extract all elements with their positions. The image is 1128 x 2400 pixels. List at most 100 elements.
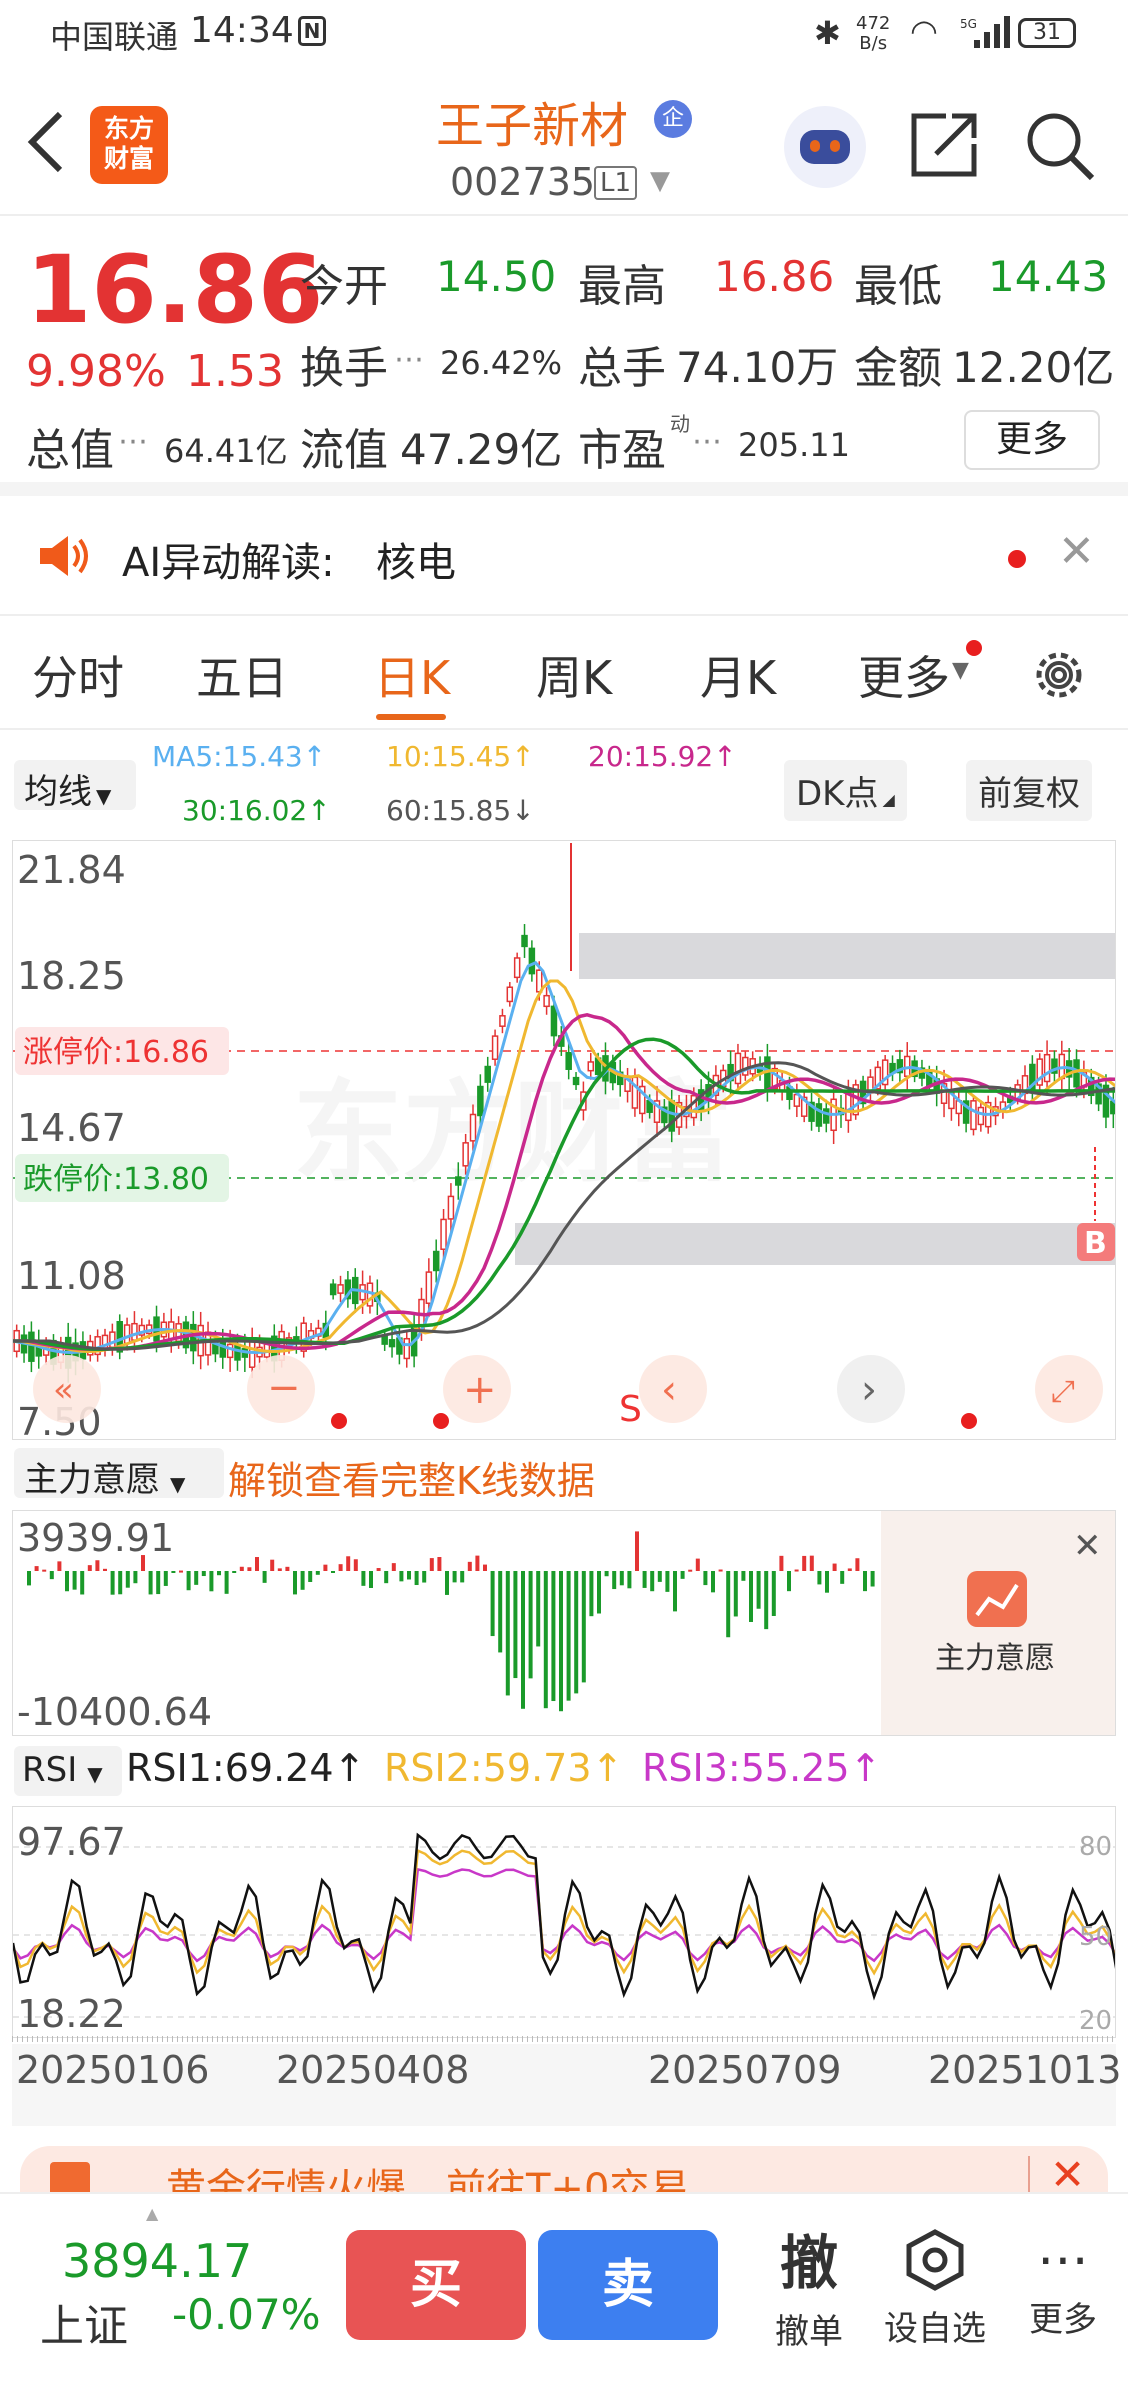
- code-dropdown-icon[interactable]: ▼: [650, 166, 670, 196]
- candle: [116, 1314, 123, 1360]
- dk-point-select[interactable]: DK点 ◢: [784, 760, 907, 821]
- flow-bar: [148, 1571, 153, 1595]
- status-bar: 中国联通 14:34 N ✱ 472 B/s ◠ 5G 31: [0, 0, 1128, 66]
- candle: [977, 1100, 985, 1132]
- index-name[interactable]: 上证: [40, 2290, 128, 2354]
- flow-bar: [475, 1555, 480, 1571]
- candle: [948, 1080, 955, 1121]
- main-force-select[interactable]: 主力意愿 ▼: [14, 1448, 224, 1500]
- flow-bar: [490, 1571, 495, 1637]
- settings-gear-icon[interactable]: [1028, 644, 1090, 706]
- more-quote-button[interactable]: 更多: [964, 410, 1100, 470]
- indicator-select[interactable]: 均线 ▼: [14, 760, 136, 812]
- tab-weekly-k[interactable]: 周K: [536, 642, 612, 708]
- candle: [190, 1311, 197, 1365]
- rsi-line: [13, 1832, 1115, 2001]
- rsi-chart[interactable]: 97.67 18.22 80 50 20: [12, 1806, 1116, 2038]
- flow-bar: [460, 1571, 465, 1583]
- more-button[interactable]: ⋯ 更多: [1018, 2228, 1108, 2341]
- flow-bar: [346, 1556, 351, 1571]
- flow-bar: [589, 1571, 594, 1617]
- stock-code: 002735: [450, 160, 596, 204]
- flow-bar: [809, 1555, 814, 1571]
- nfc-icon: N: [298, 16, 326, 46]
- info-icon[interactable]: ⋯: [692, 424, 722, 459]
- flow-bar: [536, 1571, 541, 1647]
- flow-bar: [407, 1571, 411, 1580]
- open-value: 14.50: [436, 252, 557, 301]
- candle: [852, 1079, 859, 1120]
- flow-bar: [399, 1571, 404, 1582]
- expand-up-icon[interactable]: ▲: [146, 2204, 158, 2223]
- ai-robot-avatar[interactable]: [784, 106, 866, 188]
- index-change[interactable]: -0.07%: [172, 2290, 321, 2339]
- tab-five-day[interactable]: 五日: [196, 642, 288, 708]
- candle: [970, 1094, 977, 1136]
- watchlist-icon: [906, 2229, 964, 2291]
- ai-insight-bar[interactable]: AI异动解读: 核电 ✕: [0, 496, 1128, 616]
- ma10-legend: 10:15.45↑: [386, 740, 535, 773]
- add-watchlist-button[interactable]: 设自选: [880, 2228, 990, 2350]
- flow-bar: [650, 1571, 655, 1592]
- main-force-chart[interactable]: 3939.91 -10400.64 ✕ 主力意愿: [12, 1510, 1116, 1736]
- cancel-order-button[interactable]: 撤 撤单: [764, 2216, 854, 2353]
- index-value[interactable]: 3894.17: [62, 2234, 252, 2288]
- tab-more[interactable]: 更多: [858, 642, 950, 708]
- flow-bar: [688, 1569, 693, 1572]
- flow-bar: [521, 1571, 525, 1709]
- stock-name[interactable]: 王子新材: [436, 86, 628, 156]
- adjust-select[interactable]: 前复权: [966, 760, 1092, 821]
- back-icon[interactable]: [26, 110, 66, 174]
- rsi-select[interactable]: RSI ▼: [14, 1746, 122, 1796]
- sell-button[interactable]: 卖: [538, 2230, 718, 2340]
- close-icon[interactable]: ✕: [1073, 1526, 1102, 1566]
- flow-bar: [201, 1571, 206, 1577]
- rsi-min: 18.22: [17, 1992, 126, 2036]
- info-icon[interactable]: ⋯: [118, 424, 148, 459]
- flow-bar: [703, 1571, 708, 1586]
- tab-more-dropdown-icon[interactable]: ▼: [952, 658, 969, 683]
- candle: [491, 1029, 499, 1066]
- info-icon[interactable]: ⋯: [394, 342, 424, 377]
- candle: [808, 1092, 815, 1131]
- flow-bar: [749, 1571, 753, 1622]
- stock-header: 东方 财富 王子新材 企 002735 L1 ▼: [0, 66, 1128, 216]
- more-dots-icon: ⋯: [1037, 2230, 1089, 2290]
- flow-bar: [308, 1571, 313, 1582]
- flow-bar: [209, 1571, 214, 1592]
- flow-bar: [49, 1571, 54, 1580]
- kline-chart[interactable]: 东方财富 21.84 18.25 14.67 11.08 7.50 涨停价:16…: [12, 840, 1116, 1440]
- rsi3-legend: RSI3:55.25↑: [642, 1746, 882, 1790]
- unlock-link[interactable]: 解锁查看完整K线数据: [228, 1450, 595, 1505]
- date-label: 20251013: [928, 2048, 1122, 2092]
- candle: [204, 1321, 212, 1366]
- search-icon[interactable]: [1024, 110, 1096, 182]
- candle: [1087, 1068, 1095, 1105]
- candle: [1036, 1053, 1043, 1091]
- high-value: 16.86: [714, 252, 835, 301]
- quote-panel: 16.86 9.98% 1.53 总值 ⋯ 64.41亿 今开 14.50 最高…: [0, 216, 1128, 496]
- turnover-label: 换手: [300, 343, 388, 394]
- flow-bar: [604, 1571, 609, 1577]
- tab-monthly-k[interactable]: 月K: [700, 642, 776, 708]
- candle: [955, 1088, 963, 1127]
- flow-bar: [566, 1571, 571, 1701]
- double-left-glyph: «: [53, 1370, 74, 1410]
- flow-bar: [179, 1570, 183, 1573]
- limit-down-label: 跌停价:13.80: [23, 1162, 209, 1197]
- candle: [881, 1055, 889, 1090]
- tab-minute[interactable]: 分时: [32, 642, 124, 708]
- svg-text:5G: 5G: [960, 17, 977, 31]
- tab-daily-k[interactable]: 日K: [374, 642, 450, 708]
- close-icon[interactable]: ✕: [1058, 526, 1095, 577]
- sell-marker[interactable]: S: [619, 1389, 642, 1430]
- share-icon[interactable]: [910, 110, 980, 180]
- candle: [800, 1091, 808, 1123]
- flow-bar: [711, 1571, 715, 1593]
- main-force-min: -10400.64: [17, 1690, 212, 1734]
- app-logo[interactable]: 东方 财富: [90, 106, 168, 184]
- flow-bar: [65, 1571, 69, 1592]
- candle: [528, 940, 536, 982]
- flow-bar: [657, 1571, 662, 1582]
- buy-button[interactable]: 买: [346, 2230, 526, 2340]
